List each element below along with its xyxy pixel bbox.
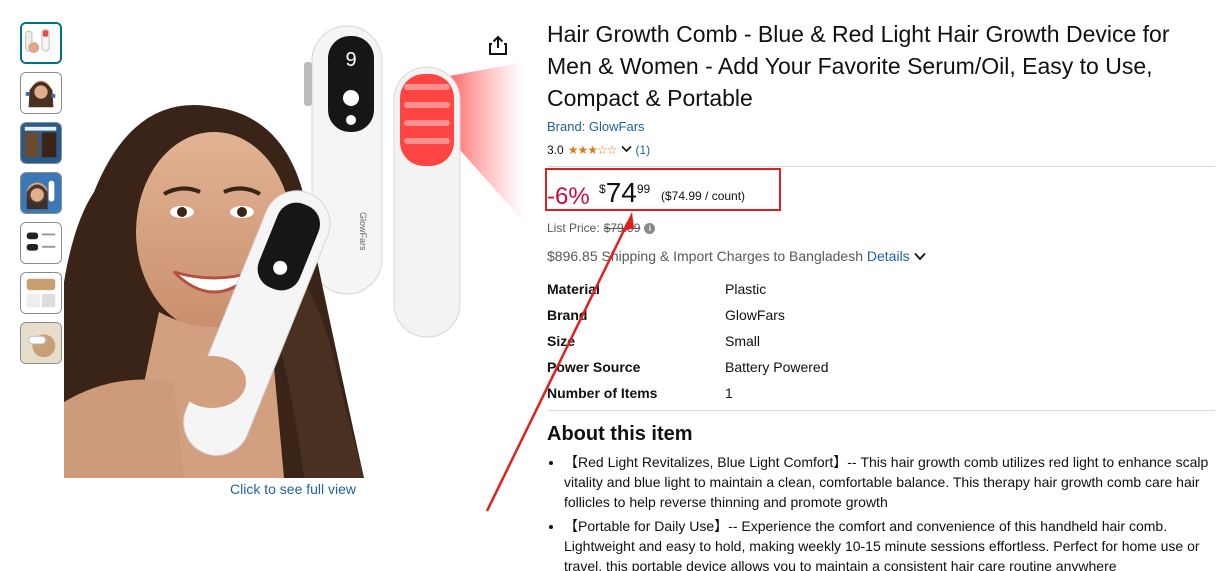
- thumbnail-3[interactable]: [20, 122, 62, 164]
- list-price-value: $79.99: [603, 221, 641, 235]
- divider: [547, 410, 1215, 411]
- chevron-down-icon[interactable]: [620, 144, 632, 156]
- shipping-details-link[interactable]: Details: [867, 248, 910, 264]
- thumbnail-5[interactable]: [20, 222, 62, 264]
- chevron-down-icon[interactable]: [913, 248, 926, 264]
- thumbnail-6[interactable]: [20, 272, 62, 314]
- list-price: List Price: $79.99 i: [547, 221, 1215, 235]
- device-display-digit: 9: [345, 49, 356, 71]
- spec-key: Number of Items: [547, 385, 658, 401]
- star-filled-icon: ★: [577, 143, 588, 157]
- product-info: Hair Growth Comb - Blue & Red Light Hair…: [545, 18, 1215, 571]
- spec-value: 1: [725, 385, 733, 401]
- spec-value: Plastic: [725, 281, 767, 297]
- price-highlight-annotation: [545, 168, 781, 211]
- thumbnail-7[interactable]: [20, 322, 62, 364]
- spec-key: Brand: [547, 307, 588, 323]
- thumbnail-1[interactable]: [20, 22, 62, 64]
- device-brand-print: GlowFars: [358, 212, 368, 251]
- main-product-image[interactable]: 9 GlowFars: [64, 22, 524, 478]
- brand-link[interactable]: Brand: GlowFars: [547, 119, 645, 134]
- share-icon[interactable]: [487, 34, 509, 56]
- thumbnail-strip: [20, 22, 62, 372]
- spec-key: Power Source: [547, 359, 641, 375]
- rating-count-link[interactable]: (1): [636, 143, 651, 157]
- star-empty-icon: ☆: [596, 143, 608, 157]
- star-rating[interactable]: ★★★☆☆: [567, 143, 618, 157]
- about-bullet: 【Red Light Revitalizes, Blue Light Comfo…: [564, 452, 1215, 512]
- spec-row: Number of Items 1: [547, 380, 829, 406]
- product-specs-table: Material Plastic Brand GlowFars Size Small …: [547, 276, 829, 406]
- spec-value: Battery Powered: [725, 359, 829, 375]
- rating-row: 3.0 ★★★☆☆ (1): [547, 142, 1215, 158]
- info-icon[interactable]: i: [644, 222, 656, 234]
- full-view-link[interactable]: Click to see full view: [230, 481, 356, 497]
- list-price-label: List Price:: [547, 221, 600, 235]
- star-filled-icon: ★: [587, 143, 598, 157]
- rating-value: 3.0: [547, 143, 564, 157]
- spec-value: Small: [725, 333, 761, 349]
- thumbnail-2[interactable]: [20, 72, 62, 114]
- about-heading: About this item: [547, 423, 693, 445]
- about-bullet: 【Portable for Daily Use】-- Experience th…: [564, 516, 1215, 571]
- about-bullets: 【Red Light Revitalizes, Blue Light Comfo…: [547, 452, 1215, 571]
- thumbnail-4[interactable]: [20, 172, 62, 214]
- spec-row: Power Source Battery Powered: [547, 354, 829, 380]
- shipping-text: $896.85 Shipping & Import Charges to Ban…: [547, 248, 863, 264]
- spec-value: GlowFars: [725, 307, 785, 323]
- star-filled-icon: ★: [567, 143, 579, 157]
- shipping-info: $896.85 Shipping & Import Charges to Ban…: [547, 248, 1215, 264]
- product-title: Hair Growth Comb - Blue & Red Light Hair…: [547, 21, 1170, 111]
- spec-row: Material Plastic: [547, 276, 829, 302]
- spec-key: Material: [547, 281, 600, 297]
- spec-row: Size Small: [547, 328, 829, 354]
- spec-row: Brand GlowFars: [547, 302, 829, 328]
- divider: [547, 166, 1215, 167]
- star-empty-icon: ☆: [606, 143, 618, 157]
- spec-key: Size: [547, 333, 576, 349]
